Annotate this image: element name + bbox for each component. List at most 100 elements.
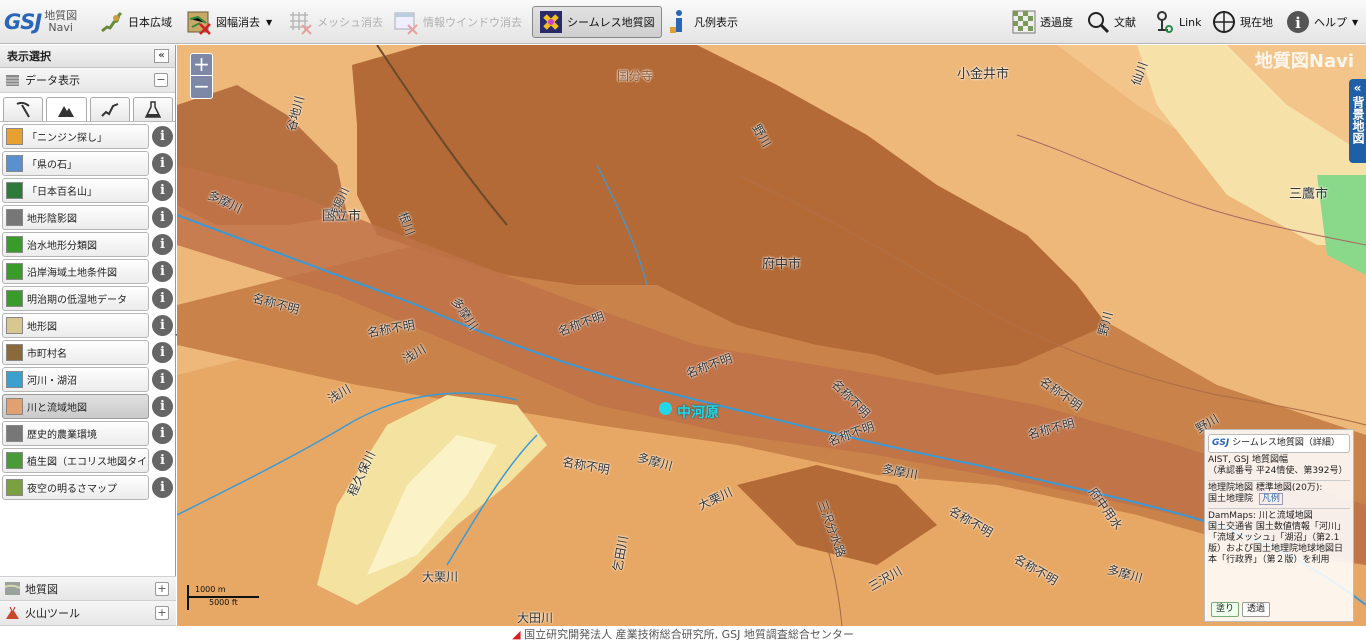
- layer-info-icon[interactable]: i: [152, 423, 173, 444]
- gsi-attribution-line2: 国土地理院: [1208, 494, 1254, 504]
- layer-info-icon[interactable]: i: [152, 207, 173, 228]
- zoom-control: + −: [190, 53, 213, 99]
- footer-credit: 国立研究開発法人 産業技術総合研究所, GSJ 地質調査総合センター: [524, 628, 854, 641]
- layer-item: 河川・湖沼 i: [2, 367, 173, 392]
- paint-button[interactable]: 塗り: [1211, 602, 1240, 617]
- aist-logo-icon: ◢: [512, 628, 521, 641]
- footer: ◢ 国立研究開発法人 産業技術総合研究所, GSJ 地質調査総合センター: [0, 626, 1366, 643]
- layer-toggle-button[interactable]: 歴史的農業環境: [2, 421, 149, 446]
- zoom-in-button[interactable]: +: [191, 54, 212, 76]
- map-view[interactable]: + − 地質図Navi «背景地図 国立市 府中市 小金井市 三鷹市 多摩川 多…: [177, 45, 1366, 626]
- zoom-out-button[interactable]: −: [191, 76, 212, 98]
- seamless-attribution[interactable]: GSJ シームレス地質図（詳細）: [1208, 434, 1350, 453]
- layer-icon: [6, 182, 23, 199]
- layer-info-icon[interactable]: i: [152, 153, 173, 174]
- japan-wide-button[interactable]: 日本広域: [98, 6, 172, 38]
- layer-info-icon[interactable]: i: [152, 261, 173, 282]
- tab-graph[interactable]: [89, 97, 130, 121]
- transparency-button[interactable]: 透過度: [1012, 6, 1073, 38]
- map-label-ootagawa: 大田川: [517, 611, 554, 625]
- layer-toggle-button[interactable]: 沿岸海域土地条件図: [2, 259, 149, 284]
- layers-icon: [6, 74, 19, 86]
- sidebar-header: 表示選択 «: [0, 45, 175, 68]
- layer-icon: [6, 290, 23, 307]
- sheet-clear-dropdown-icon[interactable]: ▼: [266, 18, 272, 27]
- mesh-clear-button[interactable]: メッシュ消去: [287, 6, 383, 38]
- layer-toggle-button[interactable]: 明治期の低湿地データ: [2, 286, 149, 311]
- background-map-tab[interactable]: «背景地図: [1349, 79, 1366, 163]
- layer-toggle-button[interactable]: 「日本百名山」: [2, 178, 149, 203]
- layer-info-icon[interactable]: i: [152, 180, 173, 201]
- literature-button[interactable]: 文献: [1086, 6, 1136, 38]
- tab-pickaxe[interactable]: [3, 97, 44, 121]
- layer-info-icon[interactable]: i: [152, 288, 173, 309]
- tab-flask[interactable]: [132, 97, 173, 121]
- layer-toggle-button[interactable]: 「県の石」: [2, 151, 149, 176]
- layer-info-icon[interactable]: i: [152, 477, 173, 498]
- layer-item: 地形陰影図 i: [2, 205, 173, 230]
- app-logo[interactable]: GSJ 地質図 Navi: [4, 4, 77, 40]
- layer-icon: [6, 344, 23, 361]
- layer-info-icon[interactable]: i: [152, 315, 173, 336]
- data-display-collapse-button[interactable]: −: [154, 73, 168, 87]
- crosshair-icon: [1213, 11, 1235, 33]
- help-dropdown-icon[interactable]: ▼: [1352, 18, 1358, 27]
- link-button[interactable]: Link: [1153, 6, 1202, 38]
- layer-item: 「県の石」 i: [2, 151, 173, 176]
- layer-item: 「日本百名山」 i: [2, 178, 173, 203]
- gsi-legend-link[interactable]: 凡例: [1258, 493, 1283, 505]
- attribution-panel: GSJ シームレス地質図（詳細） AIST, GSJ 地質図幅 （承認番号 平2…: [1204, 429, 1354, 622]
- dammaps-attribution: DamMaps: 川と流域地図 国土交通省 国土数値情報「河川」「流域メッシュ」…: [1208, 509, 1350, 566]
- help-button[interactable]: i ヘルプ ▼: [1286, 6, 1358, 38]
- layer-toggle-button[interactable]: 河川・湖沼: [2, 367, 149, 392]
- data-display-section[interactable]: データ表示 −: [0, 68, 175, 93]
- volcano-expand-button[interactable]: +: [155, 606, 169, 620]
- info-window-clear-button[interactable]: 情報ウインドウ消去: [393, 6, 522, 38]
- volcano-icon: [6, 606, 19, 619]
- tab-mountain[interactable]: [46, 97, 87, 121]
- layer-label: 地形図: [27, 322, 57, 333]
- layer-toggle-button[interactable]: 地形陰影図: [2, 205, 149, 230]
- current-location-button[interactable]: 現在地: [1212, 6, 1273, 38]
- layer-icon: [6, 398, 23, 415]
- layer-item: 歴史的農業環境 i: [2, 421, 173, 446]
- layer-item: 治水地形分類図 i: [2, 232, 173, 257]
- layer-icon: [6, 128, 23, 145]
- layer-info-icon[interactable]: i: [152, 126, 173, 147]
- transparent-button[interactable]: 透過: [1242, 602, 1271, 617]
- layer-label: 歴史的農業環境: [27, 430, 97, 441]
- layer-icon: [6, 155, 23, 172]
- layer-toggle-button[interactable]: 夜空の明るさマップ: [2, 475, 149, 500]
- location-marker[interactable]: [659, 402, 672, 415]
- seamless-map-button[interactable]: シームレス地質図: [532, 6, 662, 38]
- link-icon: [1157, 11, 1173, 33]
- geology-map[interactable]: [177, 45, 1366, 626]
- mesh-clear-icon: [290, 12, 312, 35]
- layer-toggle-button[interactable]: 治水地形分類図: [2, 232, 149, 257]
- layer-info-icon[interactable]: i: [152, 234, 173, 255]
- sidebar-collapse-button[interactable]: «: [154, 49, 169, 63]
- volcano-section[interactable]: 火山ツール +: [0, 601, 176, 626]
- layer-info-icon[interactable]: i: [152, 396, 173, 417]
- map-label-ookurigawa-2: 大栗川: [422, 570, 459, 584]
- layer-toggle-button[interactable]: 「ニンジン探し」: [2, 124, 149, 149]
- sidebar-title: 表示選択: [7, 50, 51, 63]
- layer-info-icon[interactable]: i: [152, 369, 173, 390]
- japan-wide-label: 日本広域: [128, 16, 172, 29]
- seamless-map-label: シームレス地質図: [567, 16, 655, 29]
- layer-toggle-button[interactable]: 市町村名: [2, 340, 149, 365]
- legend-show-button[interactable]: 凡例表示: [668, 6, 738, 38]
- layer-info-icon[interactable]: i: [152, 342, 173, 363]
- layer-icon: [6, 209, 23, 226]
- layer-toggle-button[interactable]: 地形図: [2, 313, 149, 338]
- layer-label: 河川・湖沼: [27, 376, 77, 387]
- layer-info-icon[interactable]: i: [152, 450, 173, 471]
- geology-expand-button[interactable]: +: [155, 582, 169, 596]
- layer-toggle-button[interactable]: 川と流域地図: [2, 394, 149, 419]
- layer-toggle-button[interactable]: 植生図（エコリス地図タイル）: [2, 448, 149, 473]
- layer-icon: [6, 263, 23, 280]
- sheet-clear-button[interactable]: 図幅消去 ▼: [186, 6, 272, 38]
- geology-section[interactable]: 地質図 +: [0, 576, 176, 601]
- gsj-logo-text: GSJ: [4, 10, 42, 34]
- info-window-clear-label: 情報ウインドウ消去: [423, 16, 522, 29]
